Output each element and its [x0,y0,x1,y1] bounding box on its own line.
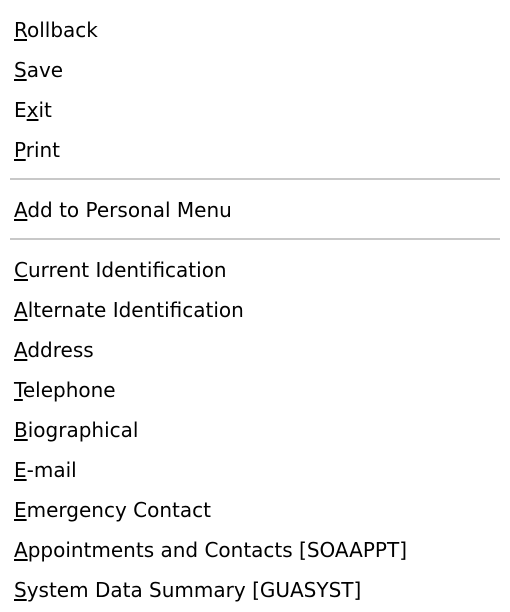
mnemonic-letter: A [14,538,28,562]
menu-item-label: it [38,98,52,122]
menu-item-label: -mail [26,458,77,482]
menu-item-label: ystem Data Summary [GUASYST] [26,578,362,602]
menu-item-add-to-personal-menu[interactable]: Add to Personal Menu [14,190,510,230]
menu-item-save[interactable]: Save [14,50,510,90]
mnemonic-letter: S [14,578,27,602]
menu-item-label: elephone [22,378,116,402]
menu-group-actions: Rollback Save Exit Print [0,0,510,170]
mnemonic-letter: C [14,258,28,282]
mnemonic-letter: A [14,298,28,322]
menu-item-exit[interactable]: Exit [14,90,510,130]
mnemonic-letter: R [14,18,27,42]
menu-group-navigation: Current Identification Alternate Identif… [0,250,510,610]
menu-item-system-data-summary[interactable]: System Data Summary [GUASYST] [14,570,510,610]
menu-item-biographical[interactable]: Biographical [14,410,510,450]
mnemonic-letter: E [14,498,27,522]
mnemonic-letter: B [14,418,28,442]
menu-item-label: ave [26,58,64,82]
menu-item-emergency-contact[interactable]: Emergency Contact [14,490,510,530]
mnemonic-letter: S [14,58,27,82]
menu-item-print[interactable]: Print [14,130,510,170]
menu-item-label: rint [25,138,61,162]
menu-item-label: ddress [27,338,94,362]
menu-item-label: dd to Personal Menu [27,198,232,222]
menu-item-current-identification[interactable]: Current Identification [14,250,510,290]
mnemonic-letter: A [14,338,28,362]
menu-item-label: mergency Contact [26,498,211,522]
menu-group-personal: Add to Personal Menu [0,190,510,230]
mnemonic-letter: T [14,378,23,402]
mnemonic-letter: A [14,198,28,222]
menu-item-label: lternate Identification [27,298,244,322]
menu-separator [10,178,500,180]
menu-item-label: urrent Identification [27,258,227,282]
mnemonic-letter: E [14,458,27,482]
menu-item-label: iographical [27,418,139,442]
menu-item-prefix: E [14,98,27,122]
menu-item-address[interactable]: Address [14,330,510,370]
menu-item-appointments-and-contacts[interactable]: Appointments and Contacts [SOAAPPT] [14,530,510,570]
menu-item-rollback[interactable]: Rollback [14,10,510,50]
options-menu: Rollback Save Exit Print Add to Personal… [0,0,510,612]
menu-item-telephone[interactable]: Telephone [14,370,510,410]
menu-separator [10,238,500,240]
mnemonic-letter: P [14,138,26,162]
mnemonic-letter: x [26,98,39,122]
menu-item-label: ppointments and Contacts [SOAAPPT] [27,538,407,562]
menu-item-email[interactable]: E-mail [14,450,510,490]
menu-item-label: ollback [27,18,98,42]
menu-item-alternate-identification[interactable]: Alternate Identification [14,290,510,330]
